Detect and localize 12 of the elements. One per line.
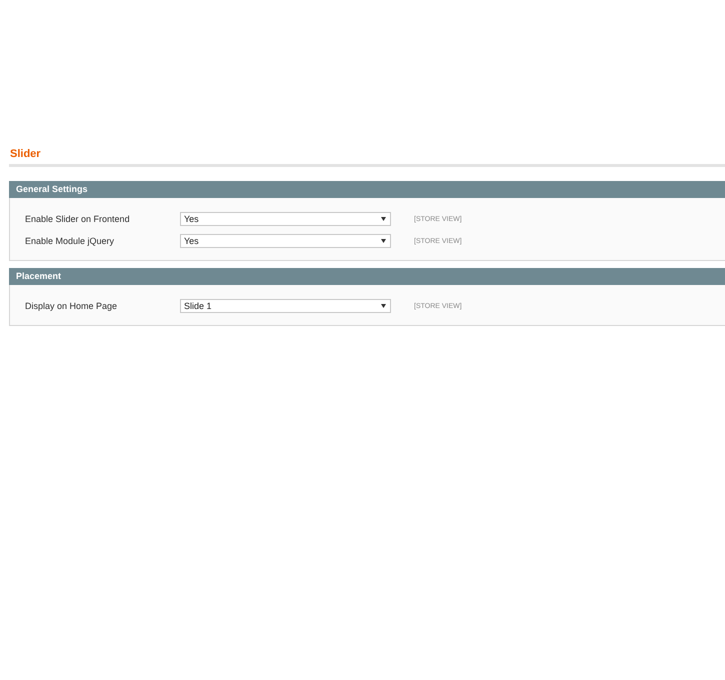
dropdown[interactable]: Yes (180, 234, 391, 248)
field-label: Enable Module jQuery (24, 236, 116, 246)
caret-icon (381, 304, 386, 308)
field-label: Enable Slider on Frontend (24, 214, 131, 224)
dropdown[interactable]: Yes (180, 212, 391, 226)
dropdown[interactable]: Slide 1 (180, 299, 391, 313)
caret-icon (381, 217, 386, 221)
caret-icon (381, 239, 386, 243)
section-header[interactable]: General Settings (9, 181, 725, 198)
field-label: Display on Home Page (24, 301, 118, 311)
page-title: Slider (9, 148, 42, 160)
section-header[interactable]: Placement (9, 268, 725, 285)
